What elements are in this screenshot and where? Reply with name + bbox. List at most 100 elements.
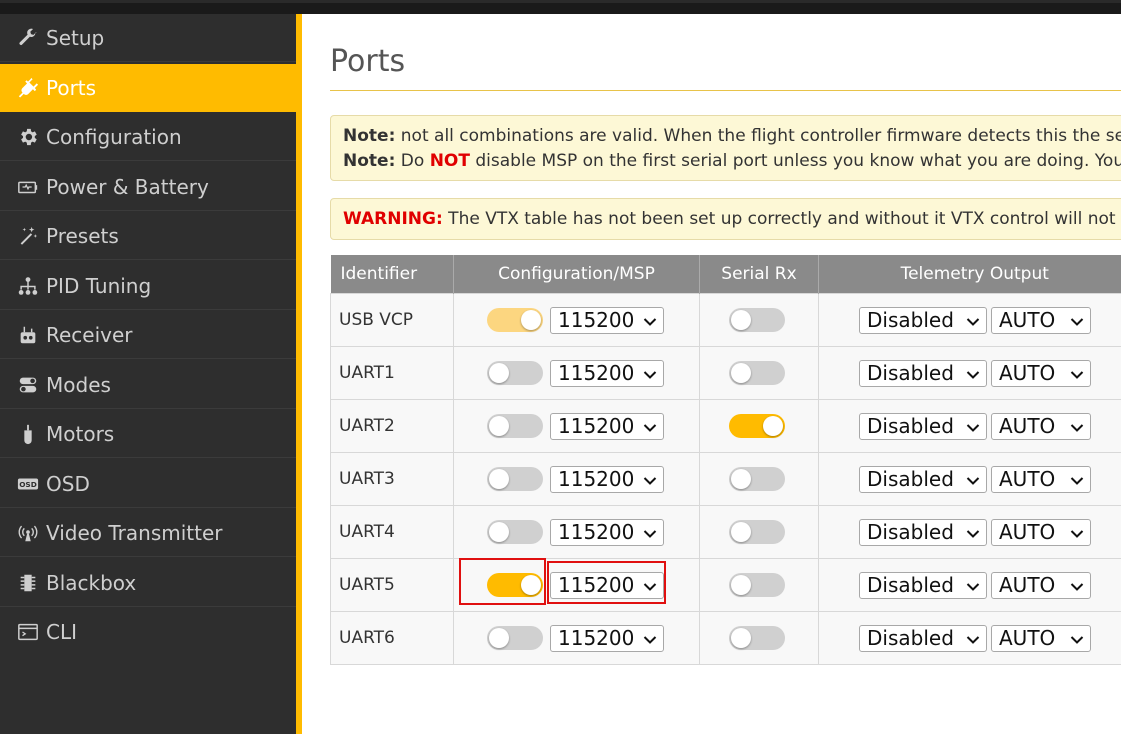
sidebar-item-label: Power & Battery — [46, 174, 209, 199]
telemetry-protocol-select[interactable]: Disabled — [859, 412, 987, 440]
telemetry-protocol-select[interactable]: Disabled — [859, 624, 987, 652]
msp-toggle[interactable] — [487, 626, 543, 650]
msp-toggle[interactable] — [487, 520, 543, 544]
table-row: UART2 115200 Disabled AUTO — [330, 399, 1121, 453]
battery-icon — [16, 175, 40, 199]
port-identifier: UART1 — [330, 346, 454, 400]
sidebar-item-setup[interactable]: Setup — [0, 14, 296, 62]
chevron-down-icon — [643, 626, 657, 650]
telemetry-baud-select[interactable]: AUTO — [991, 412, 1091, 440]
serial-rx-toggle[interactable] — [729, 414, 785, 438]
ports-table: Identifier Configuration/MSP Serial Rx T… — [330, 255, 1121, 665]
serial-rx-toggle[interactable] — [729, 626, 785, 650]
telemetry-protocol-select[interactable]: Disabled — [859, 518, 987, 546]
configuration-msp-cell: 115200 — [453, 558, 700, 612]
toggles-icon — [16, 373, 40, 397]
msp-baud-select[interactable]: 115200 — [550, 571, 664, 599]
msp-toggle[interactable] — [487, 361, 543, 385]
serial-rx-toggle[interactable] — [729, 573, 785, 597]
chevron-down-icon — [966, 361, 980, 385]
telemetry-baud-select[interactable]: AUTO — [991, 571, 1091, 599]
msp-toggle[interactable] — [487, 414, 543, 438]
telemetry-protocol-select[interactable]: Disabled — [859, 359, 987, 387]
sidebar-item-ports[interactable]: Ports — [0, 64, 296, 112]
msp-baud-select[interactable]: 115200 — [550, 306, 664, 334]
msp-toggle[interactable] — [487, 308, 543, 332]
column-header-telemetry-output: Telemetry Output — [818, 255, 1121, 294]
telemetry-output-cell: Disabled AUTO — [818, 452, 1121, 506]
serial-rx-toggle[interactable] — [729, 467, 785, 491]
chevron-down-icon — [1070, 308, 1084, 332]
msp-baud-select[interactable]: 115200 — [550, 465, 664, 493]
msp-baud-select[interactable]: 115200 — [550, 359, 664, 387]
port-identifier: UART3 — [330, 452, 454, 506]
chevron-down-icon — [1070, 361, 1084, 385]
sidebar-item-cli[interactable]: CLI — [0, 608, 296, 656]
msp-baud-select[interactable]: 115200 — [550, 624, 664, 652]
serial-rx-cell — [699, 452, 819, 506]
configuration-msp-cell: 115200 — [453, 399, 700, 453]
chevron-down-icon — [1070, 626, 1084, 650]
sidebar: Setup Ports Configuration Power & Batter… — [0, 14, 296, 734]
table-row: USB VCP 115200 Disabled AUTO — [330, 293, 1121, 347]
sidebar-item-label: Video Transmitter — [46, 520, 223, 545]
serial-rx-cell — [699, 346, 819, 400]
port-identifier: UART6 — [330, 611, 454, 665]
serial-rx-toggle[interactable] — [729, 361, 785, 385]
configuration-msp-cell: 115200 — [453, 505, 700, 559]
sidebar-item-label: PID Tuning — [46, 273, 152, 298]
chevron-down-icon — [966, 414, 980, 438]
page-title: Ports — [330, 44, 406, 79]
toggle-knob — [521, 575, 541, 595]
sidebar-item-presets[interactable]: Presets — [0, 212, 296, 260]
chip-icon — [16, 571, 40, 595]
configuration-msp-cell: 115200 — [453, 346, 700, 400]
toggle-knob — [731, 575, 751, 595]
telemetry-protocol-select[interactable]: Disabled — [859, 465, 987, 493]
port-identifier: UART2 — [330, 399, 454, 453]
serial-rx-toggle[interactable] — [729, 308, 785, 332]
sidebar-item-modes[interactable]: Modes — [0, 361, 296, 409]
sidebar-item-power-battery[interactable]: Power & Battery — [0, 163, 296, 211]
sidebar-item-osd[interactable]: OSD OSD — [0, 460, 296, 508]
chevron-down-icon — [1070, 467, 1084, 491]
telemetry-baud-select[interactable]: AUTO — [991, 465, 1091, 493]
sidebar-item-video-transmitter[interactable]: Video Transmitter — [0, 509, 296, 557]
chevron-down-icon — [1070, 414, 1084, 438]
plug-icon — [16, 76, 40, 100]
broadcast-icon — [16, 521, 40, 545]
serial-rx-cell — [699, 399, 819, 453]
sidebar-item-motors[interactable]: Motors — [0, 410, 296, 458]
sidebar-item-label: Motors — [46, 421, 115, 446]
toggle-knob — [731, 310, 751, 330]
port-identifier: UART5 — [330, 558, 454, 612]
sidebar-item-label: Ports — [46, 76, 97, 100]
toggle-knob — [489, 416, 509, 436]
chevron-down-icon — [643, 308, 657, 332]
msp-toggle[interactable] — [487, 467, 543, 491]
magic-wand-icon — [16, 224, 40, 248]
svg-text:OSD: OSD — [19, 480, 37, 489]
sidebar-item-label: OSD — [46, 471, 90, 496]
column-header-identifier: Identifier — [330, 255, 454, 294]
telemetry-baud-select[interactable]: AUTO — [991, 306, 1091, 334]
telemetry-protocol-select[interactable]: Disabled — [859, 571, 987, 599]
telemetry-baud-select[interactable]: AUTO — [991, 624, 1091, 652]
msp-baud-select[interactable]: 115200 — [550, 518, 664, 546]
sidebar-item-label: Setup — [46, 25, 105, 50]
telemetry-protocol-select[interactable]: Disabled — [859, 306, 987, 334]
sidebar-item-label: Configuration — [46, 124, 182, 149]
port-identifier: USB VCP — [330, 293, 454, 347]
toggle-knob — [489, 628, 509, 648]
sidebar-item-pid-tuning[interactable]: PID Tuning — [0, 262, 296, 310]
serial-rx-toggle[interactable] — [729, 520, 785, 544]
toggle-knob — [731, 469, 751, 489]
sidebar-item-configuration[interactable]: Configuration — [0, 113, 296, 161]
note-box: Note: not all combinations are valid. Wh… — [330, 115, 1121, 181]
sidebar-item-receiver[interactable]: Receiver — [0, 311, 296, 359]
telemetry-baud-select[interactable]: AUTO — [991, 359, 1091, 387]
telemetry-baud-select[interactable]: AUTO — [991, 518, 1091, 546]
msp-baud-select[interactable]: 115200 — [550, 412, 664, 440]
sidebar-item-blackbox[interactable]: Blackbox — [0, 559, 296, 607]
msp-toggle[interactable] — [487, 573, 543, 597]
